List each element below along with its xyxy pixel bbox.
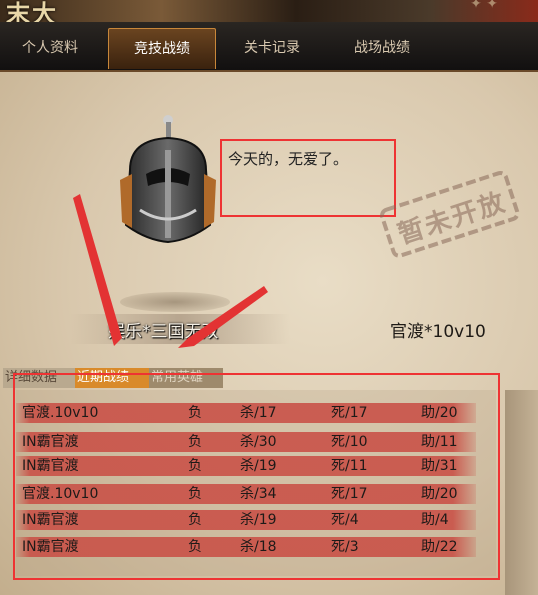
tab-stage-record[interactable]: 关卡记录 [232, 28, 312, 68]
helmet-avatar-icon [120, 115, 216, 244]
game-logo: 末大 [6, 0, 58, 22]
tab-battlefield-record[interactable]: 战场战绩 [342, 28, 422, 68]
tab-arena-record[interactable]: 竞技战绩 [108, 28, 216, 69]
banner-decoration: ✦ ✦ [470, 0, 498, 12]
top-banner: 末大 ✦ ✦ [0, 0, 538, 22]
avatar-shadow [120, 292, 230, 312]
annotation-box-records [13, 373, 500, 580]
player-signature: 今天的，无爱了。 [228, 150, 349, 168]
tab-bar: 个人资料 竞技战绩 关卡记录 战场战绩 [0, 22, 538, 72]
favorite-mode: 官渡*10v10 [390, 322, 486, 342]
side-panel [505, 390, 538, 595]
player-name: 娱乐*三国无双 [108, 322, 219, 342]
tab-personal-info[interactable]: 个人资料 [10, 28, 90, 68]
